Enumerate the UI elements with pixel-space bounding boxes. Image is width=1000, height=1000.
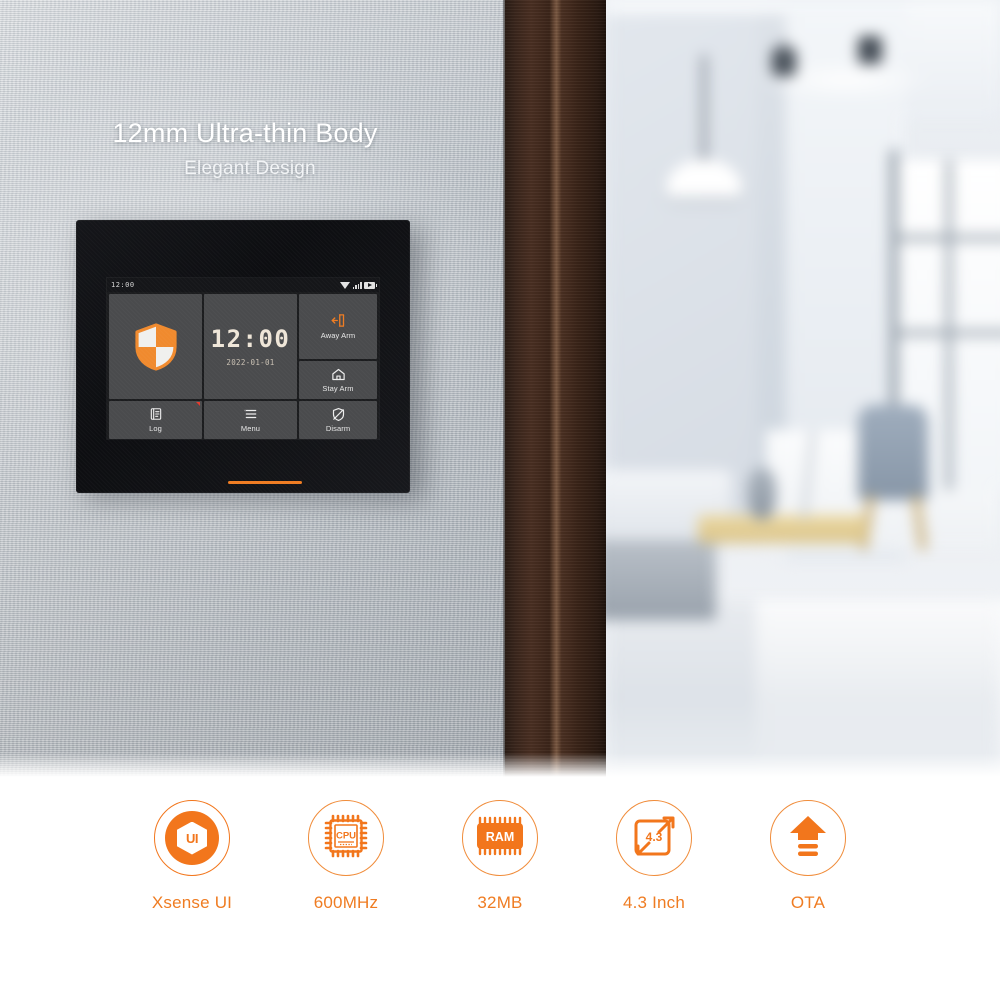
hero-photo: 12mm Ultra-thin Body Elegant Design 12:0… [0,0,1000,779]
feature-screen-size[interactable]: 4.3 4.3 Inch [577,800,731,913]
feature-label-ota: OTA [790,893,826,912]
tile-log-label: Log [149,423,162,433]
window-mullion-vertical [946,160,952,490]
ota-upload-icon [785,812,831,865]
screen-diagonal-icon: 4.3 [629,811,679,866]
tile-away-arm-label: Away Arm [320,330,356,340]
shield-checkered-icon [134,322,178,371]
feature-icon-circle [770,800,846,876]
pendant-lamp-cord [702,55,706,170]
cpu-chip-icon: CPU [321,811,371,866]
tile-menu[interactable]: Menu [204,401,297,439]
product-promo-page: 12mm Ultra-thin Body Elegant Design 12:0… [0,0,1000,1000]
status-bar-time: 12:00 [111,281,135,289]
blurred-interior-room [606,0,1000,779]
feature-label-screen-size: 4.3 Inch [622,893,686,912]
house-icon [331,367,346,382]
feature-icon-strip: UI Xsense UI CPU 600MHz RAM 32MB 4.3 4.3… [0,800,1000,965]
tile-stay-arm[interactable]: Stay Arm [299,361,377,399]
device-accent-bar [228,481,302,484]
hamburger-list-icon [243,407,258,421]
cellular-signal-icon [352,281,362,289]
window-mullion-horizontal [894,235,1000,241]
tile-stay-arm-label: Stay Arm [322,384,354,394]
vase [748,468,776,520]
feature-icon-circle: UI [154,800,230,876]
tile-log[interactable]: Log [109,401,202,439]
feature-label-xsense-ui: Xsense UI [151,893,233,912]
feature-label-ram: 32MB [477,893,523,912]
device-touchscreen[interactable]: 12:00 12:00 2022-01-01 Away Arm Stay Arm… [107,278,379,439]
window-mullion-horizontal [894,330,1000,336]
screen-size-badge-text: 4.3 [646,830,663,844]
feature-ota[interactable]: OTA [731,800,885,913]
armchair [858,405,928,500]
shield-slash-icon [331,407,346,422]
ram-badge-text: RAM [486,830,514,844]
clock-date: 2022-01-01 [226,357,275,367]
status-bar-icons [340,281,377,289]
dark-wood-door-frame [505,0,606,779]
feature-icon-circle: RAM [462,800,538,876]
tile-disarm[interactable]: Disarm [299,401,377,439]
room-wall-panel [606,14,756,514]
battery-icon [364,281,377,289]
tile-away-arm[interactable]: Away Arm [299,294,377,359]
feature-icon-circle: 4.3 [616,800,692,876]
feature-cpu[interactable]: CPU 600MHz [269,800,423,913]
log-alert-badge [196,402,200,406]
feature-icon-circle: CPU [308,800,384,876]
tile-disarm-label: Disarm [325,424,351,434]
exit-door-arrow-icon [331,313,346,328]
cpu-badge-text: CPU [336,830,356,841]
tile-shield-status[interactable] [109,294,202,399]
ui-badge-text: UI [186,830,199,846]
alarm-panel-device: 12:00 12:00 2022-01-01 Away Arm Stay Arm… [76,220,410,493]
feature-label-cpu: 600MHz [313,893,379,912]
tile-menu-label: Menu [240,423,261,433]
feature-ram[interactable]: RAM 32MB [423,800,577,913]
sofa-base [606,540,716,620]
ram-chip-icon: RAM [472,814,528,863]
ui-hexagon-icon: UI [165,811,219,865]
feature-xsense-ui[interactable]: UI Xsense UI [115,800,269,913]
clock-time: 12:00 [210,324,291,353]
home-tile-grid: 12:00 2022-01-01 Away Arm Stay Arm Disar… [109,294,377,439]
wifi-icon [340,281,350,289]
document-list-icon [149,407,163,421]
pendant-lamp-cord [782,40,786,70]
hero-bottom-fade [0,753,1000,779]
tile-clock[interactable]: 12:00 2022-01-01 [204,294,297,399]
ceiling-spotlight-icon [858,36,882,64]
screen-status-bar: 12:00 [107,278,379,292]
wooden-table [698,515,866,543]
